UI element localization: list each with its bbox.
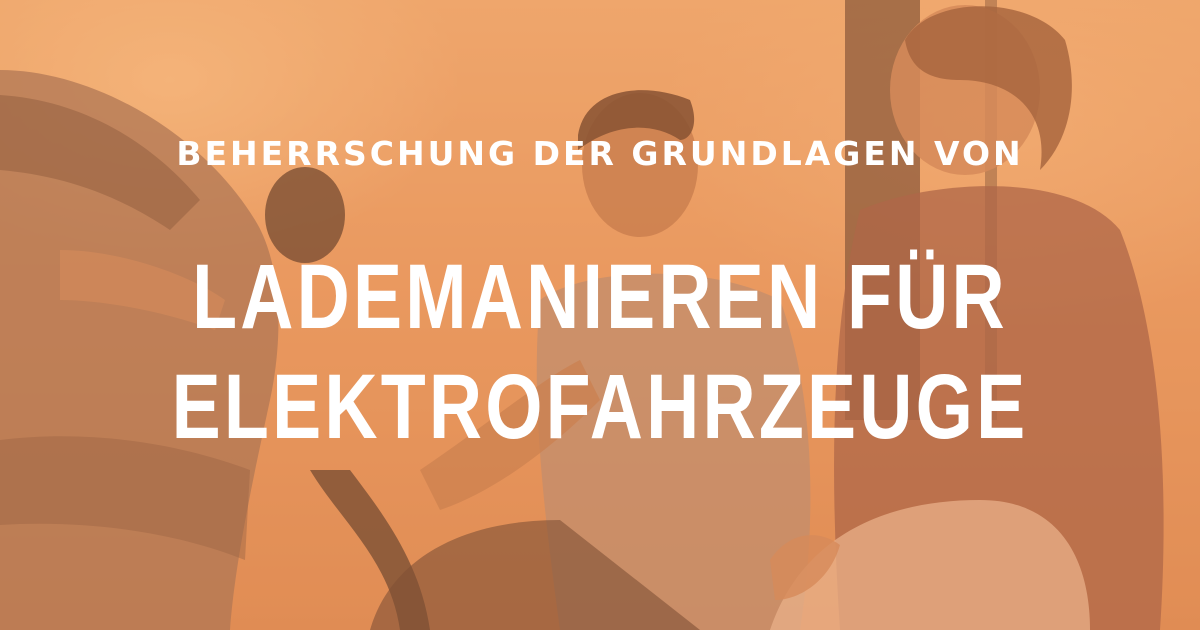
banner-subtitle: BEHERRSCHUNG DER GRUNDLAGEN VON (176, 134, 1024, 173)
hero-banner: BEHERRSCHUNG DER GRUNDLAGEN VON LADEMANI… (0, 0, 1200, 630)
banner-title-line-2: ELEKTROFAHRZEUGE (171, 356, 1029, 458)
banner-title: LADEMANIEREN FÜR ELEKTROFAHRZEUGE (0, 242, 1200, 462)
banner-title-line-1: LADEMANIEREN FÜR (192, 246, 1008, 348)
